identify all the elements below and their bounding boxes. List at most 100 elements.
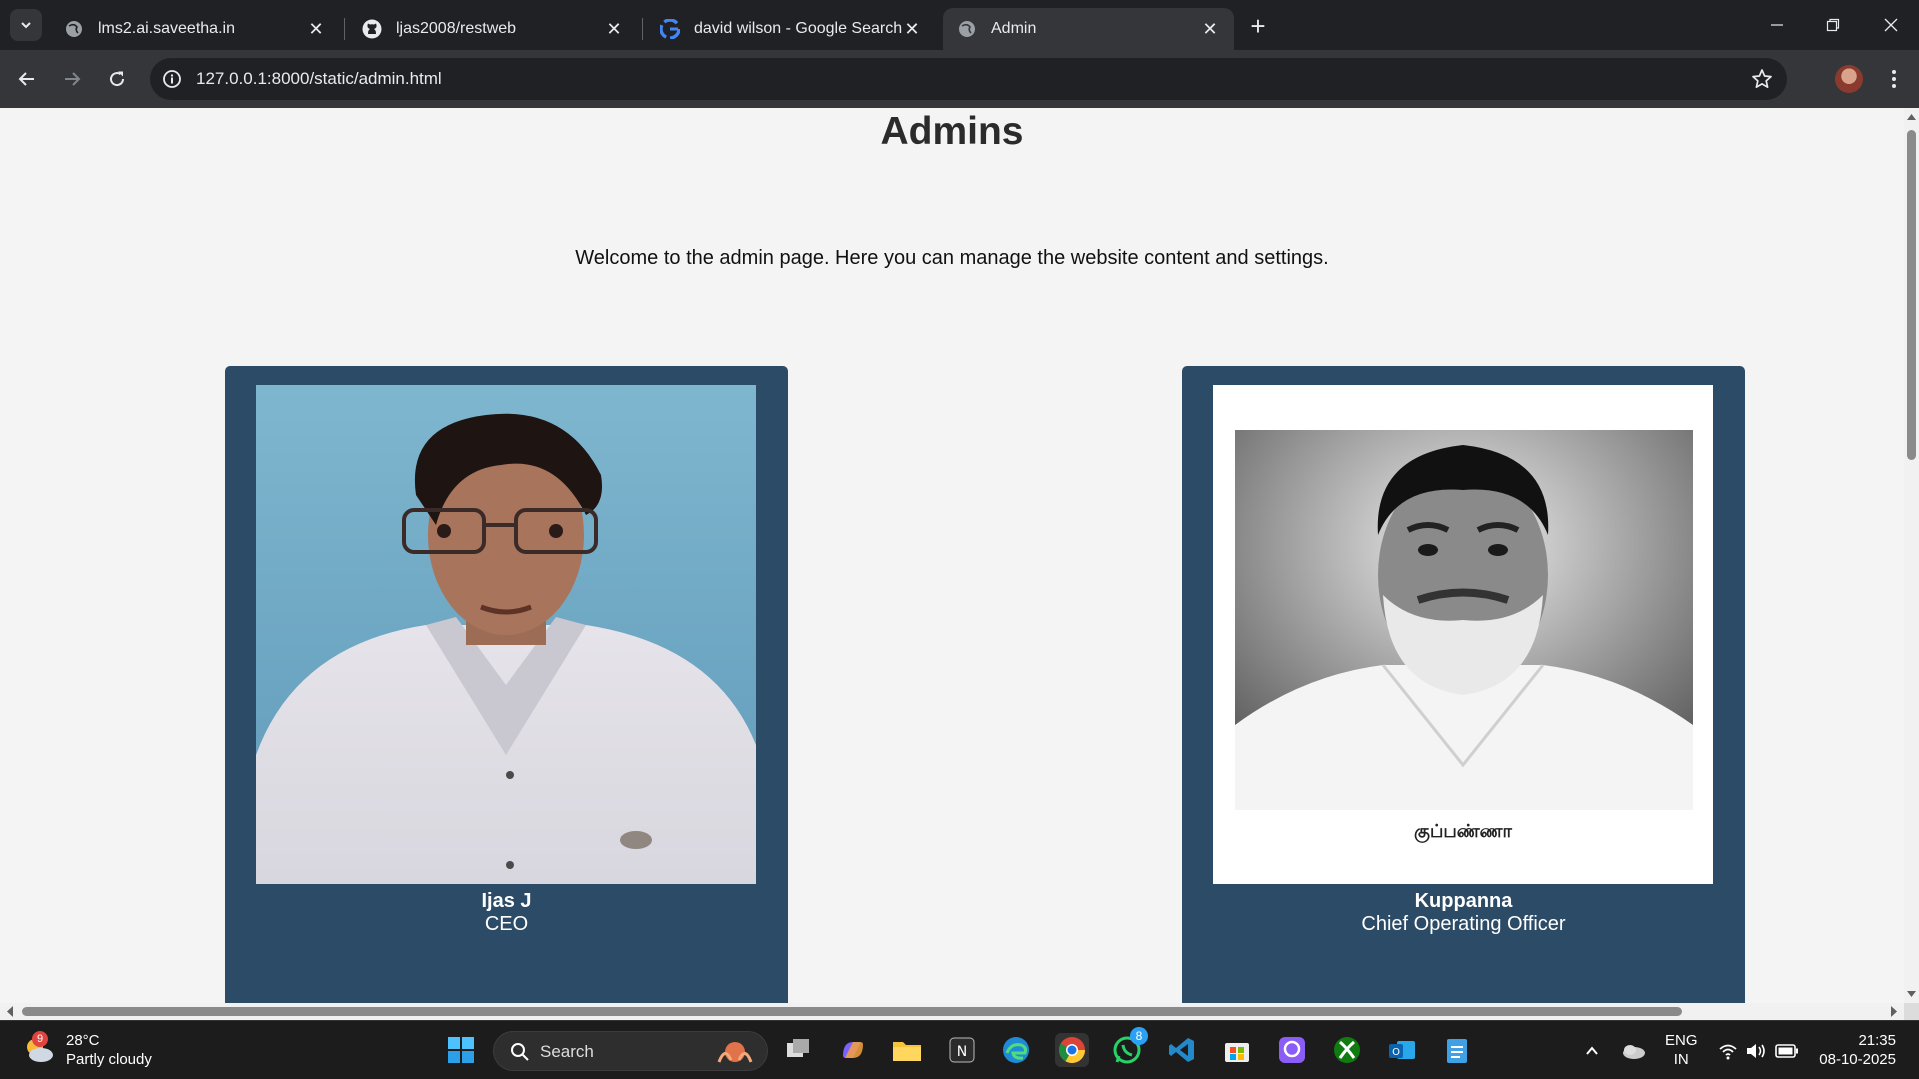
globe-icon — [957, 19, 977, 39]
horizontal-scroll-thumb[interactable] — [22, 1007, 1682, 1016]
profile-avatar[interactable] — [1835, 65, 1863, 93]
vscode-icon — [1169, 1038, 1194, 1062]
github-icon — [362, 19, 382, 39]
restore-button[interactable] — [1808, 8, 1858, 42]
clock-date: 08-10-2025 — [1819, 1051, 1896, 1068]
tab-github[interactable]: ljas2008/restweb ✕ — [348, 8, 638, 50]
horizontal-scrollbar[interactable] — [0, 1003, 1904, 1020]
clock[interactable]: 21:35 08-10-2025 — [1814, 1031, 1896, 1069]
weather-icon: 9 — [22, 1031, 56, 1067]
admin-photo — [256, 385, 756, 884]
menu-button[interactable] — [1880, 63, 1908, 95]
scroll-corner — [1904, 1003, 1919, 1020]
url-text[interactable]: 127.0.0.1:8000/static/admin.html — [196, 69, 442, 89]
vscode-button[interactable] — [1165, 1033, 1199, 1067]
google-icon — [660, 19, 680, 39]
restore-icon — [1826, 18, 1840, 32]
whatsapp-button[interactable]: 8 — [1110, 1027, 1148, 1067]
forward-button[interactable] — [56, 63, 88, 95]
battery-icon[interactable] — [1775, 1044, 1799, 1058]
close-icon[interactable]: ✕ — [604, 19, 624, 39]
folder-icon — [893, 1042, 921, 1061]
info-icon[interactable] — [162, 69, 182, 89]
tab-strip: lms2.ai.saveetha.in ✕ ljas2008/restweb ✕… — [0, 0, 1919, 50]
scroll-left-icon[interactable] — [3, 1003, 17, 1020]
task-view-button[interactable] — [781, 1033, 815, 1067]
tab-lms[interactable]: lms2.ai.saveetha.in ✕ — [50, 8, 340, 50]
tab-title: lms2.ai.saveetha.in — [98, 20, 235, 37]
close-icon[interactable]: ✕ — [306, 19, 326, 39]
admin-role: Chief Operating Officer — [1361, 913, 1566, 935]
tab-search-button[interactable] — [10, 9, 42, 41]
close-icon[interactable]: ✕ — [902, 19, 922, 39]
search-highlight-icon — [717, 1042, 753, 1063]
proton-button[interactable] — [1275, 1033, 1309, 1067]
close-icon — [1884, 18, 1898, 32]
store-icon — [1225, 1043, 1249, 1062]
notepad-icon — [1447, 1039, 1467, 1063]
tab-separator — [344, 18, 345, 40]
more-vert-icon — [1892, 70, 1896, 88]
taskbar: 9 28°C Partly cloudy Search N 8 O ENG IN… — [0, 1020, 1919, 1079]
tab-title: Admin — [991, 20, 1037, 37]
chevron-up-icon[interactable] — [1584, 1043, 1600, 1059]
close-icon[interactable]: ✕ — [1200, 19, 1220, 39]
whatsapp-badge: 8 — [1130, 1027, 1148, 1045]
edge-icon — [1003, 1037, 1029, 1063]
tab-google[interactable]: david wilson - Google Search ✕ — [646, 8, 936, 50]
photo-caption: குப்பண்ணா — [1414, 821, 1512, 843]
language-indicator[interactable]: ENG IN — [1665, 1031, 1698, 1069]
xbox-button[interactable] — [1330, 1033, 1364, 1067]
scroll-up-icon[interactable] — [1904, 110, 1919, 124]
lang-bottom: IN — [1673, 1051, 1689, 1068]
taskbar-search[interactable]: Search — [493, 1031, 768, 1071]
reload-button[interactable] — [101, 63, 133, 95]
weather-widget[interactable]: 9 28°C Partly cloudy — [22, 1031, 152, 1069]
tab-admin[interactable]: Admin ✕ — [943, 8, 1234, 50]
back-button[interactable] — [11, 63, 43, 95]
scroll-down-icon[interactable] — [1904, 987, 1919, 1001]
notepad-button[interactable] — [1440, 1033, 1474, 1067]
minimize-button[interactable] — [1752, 8, 1802, 42]
copilot-icon — [843, 1042, 863, 1058]
arrow-left-icon — [18, 72, 34, 86]
start-button[interactable] — [444, 1033, 478, 1067]
copilot-button[interactable] — [836, 1033, 870, 1067]
vertical-scroll-thumb[interactable] — [1907, 130, 1916, 460]
tab-title: ljas2008/restweb — [396, 20, 517, 37]
wifi-icon[interactable] — [1718, 1042, 1738, 1060]
address-bar[interactable]: 127.0.0.1:8000/static/admin.html — [150, 58, 1787, 100]
svg-text:N: N — [957, 1044, 967, 1060]
weather-temp: 28°C — [66, 1032, 100, 1049]
tab-separator — [642, 18, 643, 40]
outlook-button[interactable]: O — [1385, 1033, 1419, 1067]
admin-card: குப்பண்ணா Kuppanna Chief Operating Offic… — [1182, 366, 1745, 1003]
page-viewport: Admins Welcome to the admin page. Here y… — [0, 108, 1919, 1003]
star-icon[interactable] — [1751, 68, 1773, 90]
search-label: Search — [540, 1042, 594, 1061]
scroll-right-icon[interactable] — [1887, 1003, 1901, 1020]
file-explorer-button[interactable] — [890, 1033, 924, 1067]
chrome-button[interactable] — [1055, 1033, 1089, 1067]
vertical-scrollbar[interactable] — [1904, 108, 1919, 1003]
new-tab-button[interactable]: + — [1244, 11, 1272, 41]
admin-photo: குப்பண்ணா — [1213, 385, 1713, 884]
windows-icon — [448, 1037, 474, 1063]
xbox-icon — [1334, 1037, 1360, 1063]
onedrive-icon[interactable] — [1620, 1041, 1646, 1061]
lang-top: ENG — [1665, 1032, 1698, 1049]
edge-button[interactable] — [999, 1033, 1033, 1067]
globe-icon — [64, 19, 84, 39]
admin-name: Ijas J — [481, 890, 532, 912]
weather-condition: Partly cloudy — [66, 1051, 152, 1068]
close-window-button[interactable] — [1866, 8, 1916, 42]
browser-toolbar: 127.0.0.1:8000/static/admin.html — [0, 50, 1919, 108]
weather-badge: 9 — [32, 1031, 48, 1047]
chrome-icon — [1058, 1037, 1086, 1064]
volume-icon[interactable] — [1745, 1042, 1767, 1060]
reload-icon — [110, 71, 125, 87]
welcome-text: Welcome to the admin page. Here you can … — [575, 247, 1329, 269]
notes-app-button[interactable]: N — [945, 1033, 979, 1067]
store-button[interactable] — [1220, 1033, 1254, 1067]
tab-title: david wilson - Google Search — [694, 20, 902, 37]
